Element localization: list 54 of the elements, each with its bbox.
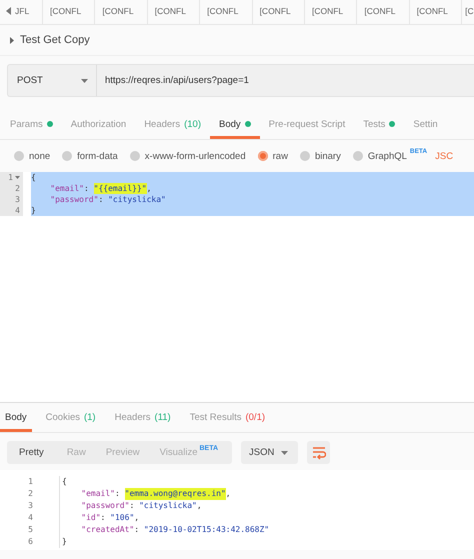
- left-arrow-icon[interactable]: [5, 6, 12, 16]
- radio-button[interactable]: [130, 151, 140, 161]
- radio-button[interactable]: [258, 151, 268, 161]
- caret-icon: [281, 450, 288, 454]
- line-number: 4: [28, 512, 33, 524]
- request-tab[interactable]: [CONFL: [102, 6, 134, 16]
- line-number: 3: [28, 500, 33, 512]
- request-tab[interactable]: JFL: [15, 6, 30, 16]
- line-number: 1: [28, 476, 33, 488]
- fold-caret-icon[interactable]: [15, 176, 20, 179]
- view-mode-tab[interactable]: Visualize $^{BETA}$: [150, 441, 228, 464]
- tab[interactable]: Test Results (0/1): [184, 403, 266, 432]
- request-tab[interactable]: [CONFL: [260, 6, 291, 16]
- line-number: 3: [15, 194, 20, 205]
- line-number: 1: [8, 172, 13, 183]
- request-name: Test Get Copy: [20, 34, 90, 46]
- request-tab[interactable]: [CONFL: [364, 6, 396, 16]
- radio-button[interactable]: [14, 151, 24, 161]
- request-tab[interactable]: [CONFL: [312, 6, 344, 16]
- line-number: 2: [15, 183, 20, 194]
- code-line: }: [59, 536, 474, 548]
- radio-label[interactable]: GraphQL: [368, 150, 407, 162]
- code-line: "id": "106",: [59, 512, 474, 524]
- request-tab[interactable]: [CONFL: [154, 6, 186, 16]
- request-tab[interactable]: [CONFL: [50, 6, 82, 16]
- request-tab[interactable]: [CONFL: [416, 6, 448, 16]
- radio-label[interactable]: x-www-form-urlencoded: [144, 150, 246, 162]
- radio-label[interactable]: none: [29, 150, 50, 162]
- line-number: 2: [28, 488, 33, 500]
- line-number: 5: [28, 524, 33, 536]
- request-tab[interactable]: [C: [465, 6, 474, 16]
- radio-button[interactable]: [352, 151, 363, 161]
- code-line: "email": "emma.wong@reqres.in",: [59, 488, 474, 500]
- code-line: "password": "cityslicka",: [59, 500, 474, 512]
- tab[interactable]: Authorization: [62, 109, 136, 139]
- line-number: 6: [28, 536, 33, 548]
- beta-label: BETA: [199, 445, 218, 452]
- beta-label: BETA: [410, 148, 428, 154]
- format-dropdown[interactable]: JSON: [241, 441, 298, 464]
- request-tab[interactable]: [CONFL: [207, 6, 238, 16]
- radio-label[interactable]: form-data: [77, 150, 118, 162]
- view-mode-tab[interactable]: Pretty: [7, 441, 57, 464]
- radio-button[interactable]: [62, 151, 72, 161]
- wrap-icon: [312, 446, 326, 460]
- code-line: "createdAt": "2019-10-02T15:43:42.868Z": [59, 524, 474, 536]
- radio-label[interactable]: binary: [314, 150, 341, 162]
- radio-button[interactable]: [300, 151, 310, 161]
- expand-arrow-icon[interactable]: [9, 36, 15, 44]
- tab[interactable]: Body: [0, 403, 32, 432]
- tab[interactable]: Body: [210, 109, 260, 139]
- language-dropdown[interactable]: JSC: [435, 150, 454, 162]
- line-number: 4: [15, 205, 20, 216]
- wrap-lines-button[interactable]: [307, 441, 330, 464]
- radio-label[interactable]: raw: [272, 150, 288, 162]
